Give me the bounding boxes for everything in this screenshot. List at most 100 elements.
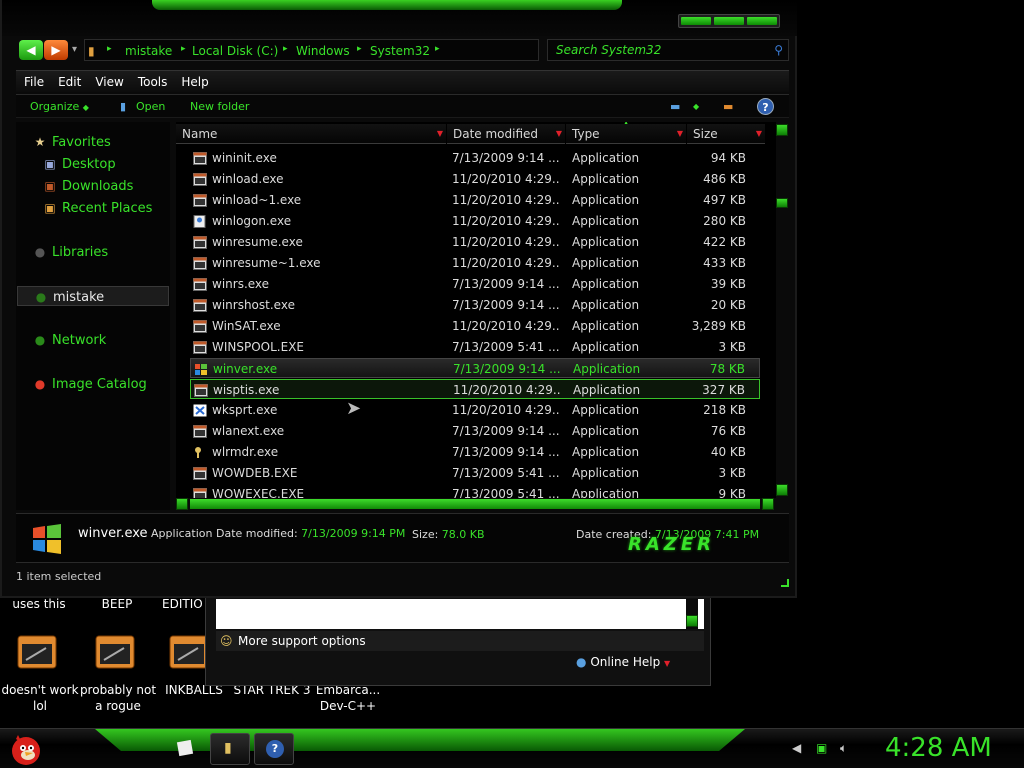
start-button[interactable] <box>6 731 44 767</box>
file-row[interactable]: WOWDEB.EXE 7/13/2009 5:41 ... Application 3… <box>190 463 760 483</box>
file-row[interactable]: winver.exe 7/13/2009 9:14 ... Application 7… <box>190 358 760 378</box>
menu-help[interactable]: Help <box>175 72 214 92</box>
file-row[interactable]: winload.exe 11/20/2010 4:29... Application… <box>190 169 760 189</box>
windows-logo-icon <box>194 362 208 375</box>
nav-desktop[interactable]: ▣ Desktop <box>42 154 196 174</box>
address-bar[interactable]: ▮ ▸ mistake ▸ Local Disk (C:) ▸ Windows … <box>84 39 600 61</box>
breadcrumb-separator: ▸ <box>357 44 362 54</box>
online-help-label: Online Help <box>590 655 661 669</box>
chevron-down-icon: ▼ <box>436 129 443 138</box>
column-date-label: Date modified <box>453 127 539 141</box>
scroll-right-button[interactable] <box>762 498 774 510</box>
column-header-date[interactable]: Date modified ▼ <box>447 124 565 144</box>
breadcrumb-local-disk[interactable]: Local Disk (C:) <box>192 44 278 58</box>
file-type: Application <box>572 256 640 270</box>
view-icon[interactable]: ▬ <box>670 100 680 113</box>
search-input[interactable] <box>556 42 766 58</box>
vertical-scrollbar[interactable] <box>776 122 788 498</box>
file-row[interactable]: winrs.exe 7/13/2009 9:14 ... Application 39… <box>190 274 760 294</box>
file-row[interactable]: wlrmdr.exe 7/13/2009 9:14 ... Application 4… <box>190 442 760 462</box>
title-bar[interactable] <box>2 0 797 36</box>
nav-desktop-label: Desktop <box>62 157 116 172</box>
view-options-icon[interactable]: ◆ <box>693 102 699 111</box>
scroll-thumb[interactable] <box>776 198 788 208</box>
breadcrumb-mistake[interactable]: mistake <box>125 44 172 58</box>
file-row[interactable]: WinSAT.exe 11/20/2010 4:29... Application 3… <box>190 316 760 336</box>
file-row[interactable]: wksprt.exe 11/20/2010 4:29... Application 2… <box>190 400 760 420</box>
menu-file[interactable]: File <box>18 72 50 92</box>
nav-favorites[interactable]: ★ Favorites <box>32 132 186 152</box>
breadcrumb-separator: ▸ <box>283 44 288 54</box>
breadcrumb-separator: ▸ <box>181 44 186 54</box>
scroll-down-button[interactable] <box>686 615 698 627</box>
file-row[interactable]: winlogon.exe 11/20/2010 4:29... Applicatio… <box>190 211 760 231</box>
file-size: 3 KB <box>718 340 746 354</box>
network-tray-icon[interactable]: ▣ <box>816 741 827 755</box>
menu-view[interactable]: View <box>89 72 129 92</box>
column-header-size[interactable]: Size ▼ <box>687 124 765 144</box>
file-row[interactable]: wininit.exe 7/13/2009 9:14 ... Application… <box>190 148 760 168</box>
file-row[interactable]: winload~1.exe 11/20/2010 4:29... Applicati… <box>190 190 760 210</box>
notepad-taskbar-icon[interactable] <box>176 739 194 757</box>
maximize-button[interactable] <box>714 17 744 25</box>
app-icon <box>194 383 208 397</box>
file-row[interactable]: wlanext.exe 7/13/2009 9:14 ... Application… <box>190 421 760 441</box>
breadcrumb-separator: ▸ <box>435 44 440 54</box>
scroll-left-button[interactable] <box>176 498 188 510</box>
scroll-up-button[interactable] <box>776 124 788 136</box>
more-support-options[interactable]: ☺ More support options <box>216 631 704 651</box>
volume-icon[interactable]: 🔈︎ <box>840 741 847 756</box>
help-taskbar-button[interactable]: ? <box>254 733 294 765</box>
preview-pane-icon[interactable]: ▬ <box>723 100 733 113</box>
help-window[interactable]: ☺ More support options ● Online Help ▼ <box>205 596 711 686</box>
column-header-name[interactable]: Name ▼ <box>176 124 446 144</box>
file-size: 433 KB <box>703 256 746 270</box>
breadcrumb-system32[interactable]: System32 <box>370 44 430 58</box>
taskbar-clock[interactable]: 4:28 AM <box>885 733 992 763</box>
file-size: 20 KB <box>710 298 746 312</box>
file-row[interactable]: winresume.exe 11/20/2010 4:29... Applicati… <box>190 232 760 252</box>
nav-recent-places[interactable]: ▣ Recent Places <box>42 198 196 218</box>
show-hidden-icons[interactable]: ◀ <box>792 741 801 755</box>
file-name: wlanext.exe <box>212 424 285 438</box>
recent-pages-button[interactable]: ▾ <box>72 44 77 55</box>
help-scrollbar[interactable] <box>686 599 698 629</box>
file-list[interactable]: ▲ Name▼ Date modified▼ Type▼ Size▼ winin… <box>176 122 776 498</box>
help-icon[interactable]: ? <box>757 98 774 115</box>
horizontal-scrollbar[interactable] <box>176 498 774 510</box>
file-name: winlogon.exe <box>212 214 292 228</box>
minimize-button[interactable] <box>681 17 711 25</box>
file-row[interactable]: WOWEXEC.EXE 7/13/2009 5:41 ... Application… <box>190 484 760 498</box>
file-row[interactable]: winresume~1.exe 11/20/2010 4:29... Applica… <box>190 253 760 273</box>
online-help-button[interactable]: ● Online Help ▼ <box>576 655 670 669</box>
back-button[interactable]: ◀ <box>19 40 43 60</box>
open-file-icon: ▮ <box>120 100 127 113</box>
nav-network[interactable]: ● Network <box>32 330 186 350</box>
scroll-down-button[interactable] <box>776 484 788 496</box>
file-size: 218 KB <box>703 403 746 417</box>
file-row[interactable]: wisptis.exe 11/20/2010 4:29... Application… <box>190 379 760 399</box>
resize-grip[interactable] <box>781 579 789 587</box>
horizontal-scroll-thumb[interactable] <box>190 499 760 509</box>
forward-button[interactable]: ▶ <box>44 40 68 60</box>
menu-tools[interactable]: Tools <box>132 72 174 92</box>
explorer-window[interactable]: ◀ ▶ ▾ ▮ ▸ mistake ▸ Local Disk (C:) ▸ Wi… <box>0 0 797 598</box>
organize-button[interactable]: Organize ◆ <box>30 100 89 113</box>
new-folder-button[interactable]: New folder <box>190 100 249 113</box>
star-icon: ★ <box>34 135 46 149</box>
open-button[interactable]: Open <box>136 100 165 113</box>
nav-image-catalog[interactable]: ● Image Catalog <box>32 374 186 394</box>
breadcrumb-windows[interactable]: Windows <box>296 44 350 58</box>
search-box[interactable]: ⚲ <box>547 39 789 61</box>
search-icon[interactable]: ⚲ <box>774 43 783 57</box>
explorer-taskbar-button[interactable]: ▮ <box>210 733 250 765</box>
nav-user-mistake[interactable]: ● mistake <box>17 286 169 306</box>
column-header-type[interactable]: Type ▼ <box>566 124 686 144</box>
desktop-icon-label: probably not a rogue <box>79 683 157 713</box>
file-row[interactable]: winrshost.exe 7/13/2009 9:14 ... Applicati… <box>190 295 760 315</box>
nav-libraries[interactable]: ● Libraries <box>32 242 186 262</box>
close-button[interactable] <box>747 17 777 25</box>
nav-downloads[interactable]: ▣ Downloads <box>42 176 196 196</box>
file-row[interactable]: WINSPOOL.EXE 7/13/2009 5:41 ... Applicatio… <box>190 337 760 357</box>
menu-edit[interactable]: Edit <box>52 72 87 92</box>
